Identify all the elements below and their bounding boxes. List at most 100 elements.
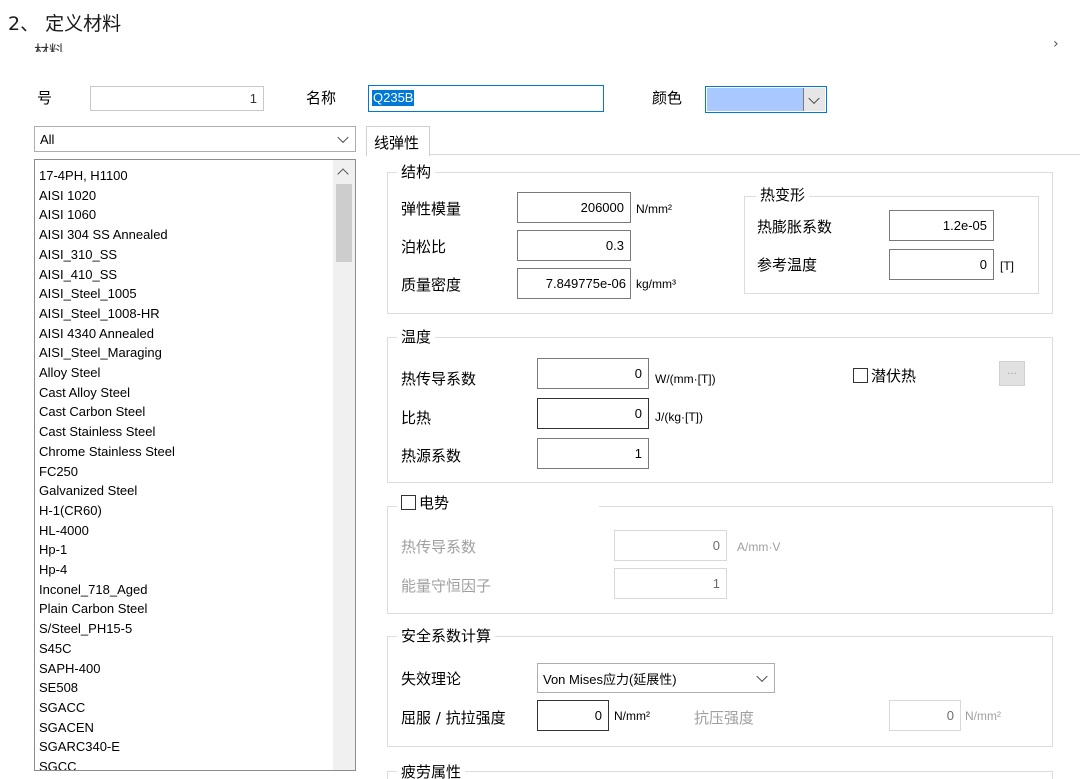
material-list-item[interactable]: S45C: [39, 639, 175, 659]
material-list-item[interactable]: AISI 304 SS Annealed: [39, 225, 175, 245]
latent-heat-label: 潜伏热: [871, 367, 917, 385]
electric-potential-label: 电势: [419, 494, 450, 512]
material-list-items: 17-4PH, H1100 AISI 1020 AISI 1060 AISI 304 …: [39, 166, 175, 770]
checkbox-icon: [853, 368, 868, 383]
elastic-modulus-label: 弹性模量: [401, 200, 462, 218]
material-list-item[interactable]: AISI_Steel_1005: [39, 284, 175, 304]
chevron-down-icon: [808, 92, 820, 104]
specific-heat-label: 比热: [401, 409, 432, 427]
mass-density-label: 质量密度: [401, 276, 462, 294]
material-list-item[interactable]: SGACC: [39, 698, 175, 718]
material-list-item[interactable]: Cast Carbon Steel: [39, 402, 175, 422]
compressive-strength-unit: N/mm²: [965, 709, 1001, 723]
mass-density-unit: kg/mm³: [636, 277, 676, 291]
material-list-item[interactable]: HL-4000: [39, 521, 175, 541]
material-list-item[interactable]: Cast Alloy Steel: [39, 383, 175, 403]
material-list-item[interactable]: Inconel_718_Aged: [39, 580, 175, 600]
thermal-conductivity-label: 热传导系数: [401, 370, 477, 388]
failure-theory-dropdown[interactable]: Von Mises应力(延展性): [537, 663, 775, 693]
material-list-item[interactable]: Plain Carbon Steel: [39, 599, 175, 619]
name-input-selection: Q235B: [372, 90, 415, 106]
number-label: 号: [37, 89, 53, 107]
name-label: 名称: [306, 89, 337, 107]
failure-theory-label: 失效理论: [401, 670, 462, 688]
material-filter-dropdown[interactable]: All: [34, 126, 356, 152]
tab-strip-border: [368, 154, 1080, 155]
heat-source-field[interactable]: 1: [537, 438, 649, 469]
yield-strength-label: 屈服 / 抗拉强度: [401, 709, 506, 727]
material-list-item[interactable]: SGARC340-E: [39, 737, 175, 757]
failure-theory-value: Von Mises应力(延展性): [543, 671, 677, 687]
material-list-item[interactable]: AISI_Steel_1008-HR: [39, 304, 175, 324]
material-filter-value: All: [40, 131, 55, 147]
electric-conductivity-field[interactable]: 0: [614, 530, 727, 561]
color-picker[interactable]: [705, 86, 827, 113]
material-list-item[interactable]: FC250: [39, 462, 175, 482]
material-list-item[interactable]: AISI 4340 Annealed: [39, 324, 175, 344]
material-list-item[interactable]: S/Steel_PH15-5: [39, 619, 175, 639]
dialog-close-icon[interactable]: ›: [1053, 36, 1059, 52]
compressive-strength-field[interactable]: 0: [889, 700, 961, 731]
color-swatch: [707, 88, 803, 111]
temperature-group-title: 温度: [397, 328, 436, 346]
compressive-strength-label: 抗压强度: [694, 709, 755, 727]
tab-linear-elastic[interactable]: 线弹性: [366, 126, 430, 156]
yield-strength-field[interactable]: 0: [537, 700, 609, 731]
reference-temperature-unit: [T]: [1000, 259, 1014, 273]
reference-temperature-label: 参考温度: [757, 256, 818, 274]
thermal-conductivity-field[interactable]: 0: [537, 358, 649, 389]
color-label: 颜色: [652, 89, 683, 107]
electric-conductivity-label: 热传导系数: [401, 538, 477, 556]
material-list-item[interactable]: AISI 1060: [39, 205, 175, 225]
fatigue-group: [387, 771, 1053, 779]
material-list-item[interactable]: Hp-4: [39, 560, 175, 580]
material-list-item[interactable]: AISI 1020: [39, 186, 175, 206]
thermal-deformation-title: 热变形: [756, 186, 810, 204]
elastic-modulus-unit: N/mm²: [636, 202, 672, 216]
specific-heat-unit: J/(kg·[T]): [655, 410, 703, 424]
material-list-item[interactable]: SGACEN: [39, 718, 175, 738]
checkbox-icon: [401, 495, 416, 510]
name-input[interactable]: Q235B: [368, 85, 604, 112]
specific-heat-field[interactable]: 0: [537, 398, 649, 429]
poisson-ratio-field[interactable]: 0.3: [517, 230, 631, 261]
scroll-thumb[interactable]: [336, 184, 352, 262]
chevron-down-icon: [337, 131, 349, 144]
elastic-modulus-field[interactable]: 206000: [517, 192, 631, 223]
poisson-ratio-label: 泊松比: [401, 238, 447, 256]
latent-heat-checkbox[interactable]: 潜伏热: [853, 366, 916, 386]
electric-conductivity-unit: A/mm·V: [737, 540, 781, 554]
material-list-item[interactable]: AISI_310_SS: [39, 245, 175, 265]
material-list-item[interactable]: AISI_Steel_Maraging: [39, 343, 175, 363]
material-list-item[interactable]: H-1(CR60): [39, 501, 175, 521]
document-heading: 2、 定义材料: [8, 13, 122, 35]
material-list-item[interactable]: Galvanized Steel: [39, 481, 175, 501]
material-list-item[interactable]: SE508: [39, 678, 175, 698]
material-list-scrollbar[interactable]: [333, 160, 355, 770]
thermal-expansion-field[interactable]: 1.2e-05: [889, 210, 994, 241]
material-list-item[interactable]: 17-4PH, H1100: [39, 166, 175, 186]
material-list-item[interactable]: Chrome Stainless Steel: [39, 442, 175, 462]
electric-potential-checkbox[interactable]: 电势: [397, 494, 600, 512]
energy-factor-label: 能量守恒因子: [401, 577, 492, 595]
material-list-item[interactable]: SGCC: [39, 757, 175, 770]
material-list-item[interactable]: Cast Stainless Steel: [39, 422, 175, 442]
dialog-title: 材料: [34, 42, 65, 52]
fatigue-group-title: 疲劳属性: [397, 763, 466, 779]
material-list-item[interactable]: Alloy Steel: [39, 363, 175, 383]
reference-temperature-field[interactable]: 0: [889, 249, 994, 280]
material-list[interactable]: 17-4PH, H1100 AISI 1020 AISI 1060 AISI 304 …: [34, 159, 356, 771]
energy-factor-field[interactable]: 1: [614, 568, 727, 599]
material-list-item[interactable]: Hp-1: [39, 540, 175, 560]
color-dropdown-button[interactable]: [803, 88, 825, 111]
material-list-item[interactable]: SAPH-400: [39, 659, 175, 679]
structure-group-title: 结构: [397, 163, 436, 181]
latent-heat-browse-button[interactable]: ...: [999, 361, 1025, 386]
temperature-group: [387, 337, 1053, 483]
material-list-item[interactable]: AISI_410_SS: [39, 265, 175, 285]
scroll-up-icon[interactable]: [337, 168, 349, 180]
safety-factor-group-title: 安全系数计算: [397, 627, 496, 645]
number-field[interactable]: 1: [90, 86, 264, 111]
thermal-conductivity-unit: W/(mm·[T]): [655, 372, 716, 386]
mass-density-field[interactable]: 7.849775e-06: [517, 268, 631, 299]
